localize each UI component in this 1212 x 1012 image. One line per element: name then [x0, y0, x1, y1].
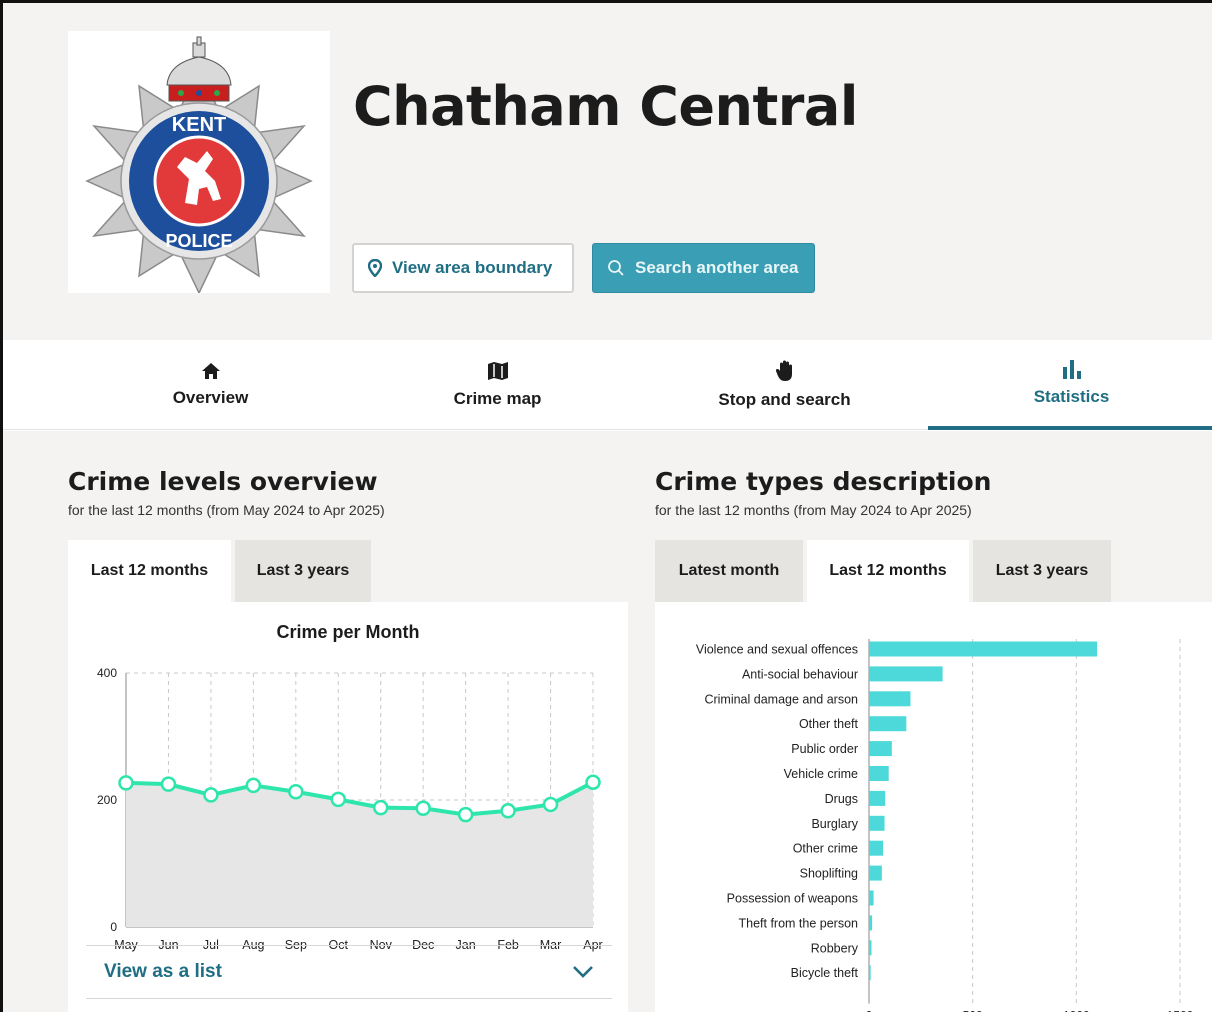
tab-stop-and-search-label: Stop and search — [718, 390, 851, 409]
category-label: Bicycle theft — [791, 966, 859, 980]
view-area-boundary-button[interactable]: View area boundary — [352, 243, 574, 293]
data-point — [203, 787, 219, 803]
category-label: Theft from the person — [738, 916, 858, 930]
bar — [869, 965, 871, 981]
tab-crime-types-latest-month[interactable]: Latest month — [655, 540, 803, 602]
crime-per-month-panel: Crime per Month 0200400May2024Jun2024Jul… — [68, 602, 628, 1012]
logo-kent-text: KENT — [172, 114, 226, 136]
tab-crime-map[interactable]: Crime map — [354, 340, 641, 430]
kent-police-badge-icon: KENT POLICE — [85, 36, 313, 295]
kent-police-logo: KENT POLICE — [68, 31, 330, 295]
crime-per-month-chart: 0200400May2024Jun2024Jul2024Aug2024Sep20… — [97, 666, 603, 952]
data-point — [542, 796, 559, 813]
chart-title: Crime per Month — [276, 622, 420, 642]
data-point — [500, 803, 516, 819]
crime-types-panel: 0 500 1000 1500 Violence and sexual offences… — [655, 602, 1212, 1012]
y-tick-label: 0 — [110, 920, 117, 934]
x-tick-label: 0 — [866, 1009, 873, 1012]
crime-types-title: Crime types description — [655, 467, 992, 496]
tab-crime-levels-last-12-months[interactable]: Last 12 months — [68, 540, 231, 602]
category-label: Possession of weapons — [727, 892, 858, 906]
tab-overview-label: Overview — [172, 388, 249, 407]
bar — [869, 865, 882, 881]
hand-icon — [775, 360, 792, 381]
chevron-down-icon — [573, 966, 593, 978]
view-as-list-label: View as a list — [104, 961, 222, 982]
bar — [869, 691, 911, 707]
view-area-boundary-label: View area boundary — [392, 258, 553, 277]
category-label: Burglary — [811, 817, 858, 831]
data-point — [118, 775, 134, 791]
tab-stop-and-search[interactable]: Stop and search — [641, 340, 928, 430]
category-label: Drugs — [825, 792, 858, 806]
bar — [869, 890, 874, 906]
category-label: Other crime — [793, 842, 858, 856]
x-tick-label: 1500 — [1167, 1009, 1194, 1012]
bar — [869, 940, 872, 956]
tab-statistics[interactable]: Statistics — [928, 340, 1212, 430]
data-point — [245, 777, 262, 794]
bar — [869, 666, 943, 682]
category-label: Other theft — [799, 717, 859, 731]
y-tick-label: 200 — [97, 793, 117, 807]
data-point — [585, 774, 601, 790]
tab-overview[interactable]: Overview — [67, 340, 354, 430]
data-point — [415, 800, 431, 817]
view-as-list-toggle[interactable]: View as a list — [86, 945, 612, 999]
bar — [869, 716, 907, 732]
tab-crime-levels-last-3-years[interactable]: Last 3 years — [235, 540, 371, 602]
crime-types-chart: 0 500 1000 1500 Violence and sexual offences… — [696, 639, 1194, 1012]
crime-levels-title: Crime levels overview — [68, 467, 378, 496]
map-icon — [487, 362, 508, 380]
bar — [869, 815, 885, 831]
category-label: Robbery — [811, 941, 859, 955]
area-navigation-tabs: Overview Crime map Stop and search Stati… — [3, 340, 1212, 430]
data-point — [372, 799, 389, 816]
x-tick-label: 500 — [963, 1009, 983, 1012]
tab-crime-types-last-12-months[interactable]: Last 12 months — [807, 540, 969, 602]
category-label: Public order — [791, 742, 858, 756]
bar — [869, 915, 873, 931]
home-icon — [201, 363, 220, 379]
bar — [869, 766, 889, 781]
search-icon — [608, 260, 624, 276]
bar — [869, 741, 892, 757]
area-header: KENT POLICE Chatham Central View area bo… — [3, 3, 1212, 340]
tab-crime-types-last-3-years[interactable]: Last 3 years — [973, 540, 1111, 602]
category-label: Violence and sexual offences — [696, 643, 858, 657]
bar — [869, 641, 1098, 657]
x-tick-label: 1000 — [1063, 1009, 1090, 1012]
statistics-content: Crime levels overview for the last 12 mo… — [3, 431, 1212, 1012]
crime-types-subtitle: for the last 12 months (from May 2024 to… — [655, 502, 972, 518]
category-label: Criminal damage and arson — [704, 692, 858, 706]
data-point — [457, 806, 474, 823]
bar — [869, 790, 886, 806]
logo-police-text: POLICE — [165, 231, 232, 251]
data-point — [330, 791, 347, 808]
search-another-area-button[interactable]: Search another area — [592, 243, 815, 293]
category-label: Shoplifting — [800, 867, 858, 881]
data-point — [288, 783, 304, 800]
tab-statistics-label: Statistics — [1033, 387, 1110, 406]
bar — [869, 840, 884, 856]
y-tick-label: 400 — [97, 666, 117, 680]
crime-levels-subtitle: for the last 12 months (from May 2024 to… — [68, 502, 385, 518]
category-label: Vehicle crime — [784, 767, 858, 781]
tab-crime-map-label: Crime map — [453, 389, 542, 408]
map-pin-icon — [368, 259, 382, 277]
bar-chart-icon — [1062, 360, 1081, 379]
data-point — [160, 776, 177, 792]
search-another-area-label: Search another area — [635, 258, 799, 277]
page-title: Chatham Central — [353, 75, 858, 138]
category-label: Anti-social behaviour — [742, 667, 858, 681]
